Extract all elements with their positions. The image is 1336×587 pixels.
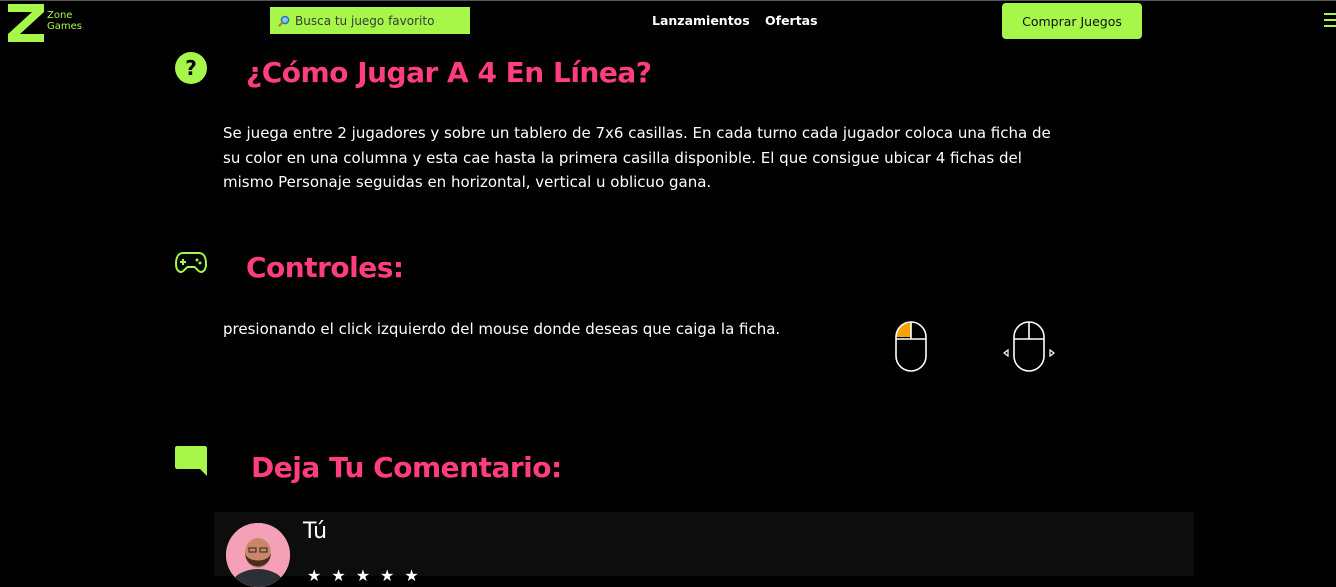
how-to-play-title: ¿Cómo Jugar A 4 En Línea? <box>246 56 652 89</box>
controls-text: presionando el click izquierdo del mouse… <box>223 320 781 338</box>
mouse-left-click-icon <box>895 321 927 372</box>
nav-ofertas[interactable]: Ofertas <box>765 13 818 28</box>
search-input[interactable] <box>295 13 465 28</box>
comment-box: Tú ★★★★★ <box>214 512 1194 587</box>
help-icon: ? <box>175 52 207 84</box>
user-name: Tú <box>303 519 328 544</box>
z-logo-icon <box>8 4 44 42</box>
how-to-play-text: Se juega entre 2 jugadores y sobre un ta… <box>223 124 1051 191</box>
zone-games-logo[interactable]: Zone Games <box>8 4 98 42</box>
gamepad-icon <box>175 252 207 274</box>
logo-line-1: Zone <box>47 10 73 21</box>
controls-title: Controles: <box>246 251 404 284</box>
buy-games-button[interactable]: Comprar Juegos <box>1002 3 1142 39</box>
comment-icon <box>175 446 207 476</box>
comments-title: Deja Tu Comentario: <box>251 451 562 484</box>
user-avatar-icon <box>226 523 290 587</box>
avatar <box>226 523 290 587</box>
search-box[interactable] <box>270 7 470 34</box>
mouse-move-icon <box>1003 321 1055 372</box>
magnifier-icon <box>278 15 290 27</box>
logo-line-2: Games <box>47 21 82 32</box>
hamburger-icon[interactable] <box>1324 13 1336 27</box>
nav-lanzamientos[interactable]: Lanzamientos <box>652 13 750 28</box>
logo-text: Zone Games <box>47 10 82 32</box>
top-border <box>0 0 1336 1</box>
